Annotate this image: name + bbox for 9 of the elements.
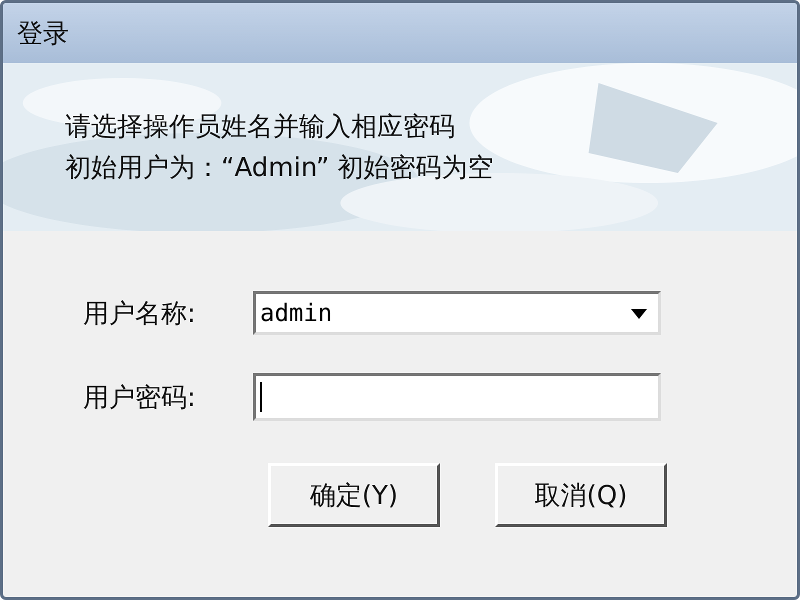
- ok-button[interactable]: 确定(Y): [268, 463, 440, 527]
- user-name-dropdown[interactable]: admin: [253, 291, 661, 335]
- instruction-text: 初始用户为：“Admin” 初始密码为空: [65, 152, 495, 185]
- password-field[interactable]: [253, 373, 661, 421]
- window-title: 登录: [17, 18, 69, 50]
- cancel-button[interactable]: 取消(Q): [495, 463, 667, 527]
- instruction-text: 请选择操作员姓名并输入相应密码: [65, 111, 456, 144]
- field-label: 用户名称:: [83, 298, 197, 330]
- field-label: 用户密码:: [83, 382, 197, 414]
